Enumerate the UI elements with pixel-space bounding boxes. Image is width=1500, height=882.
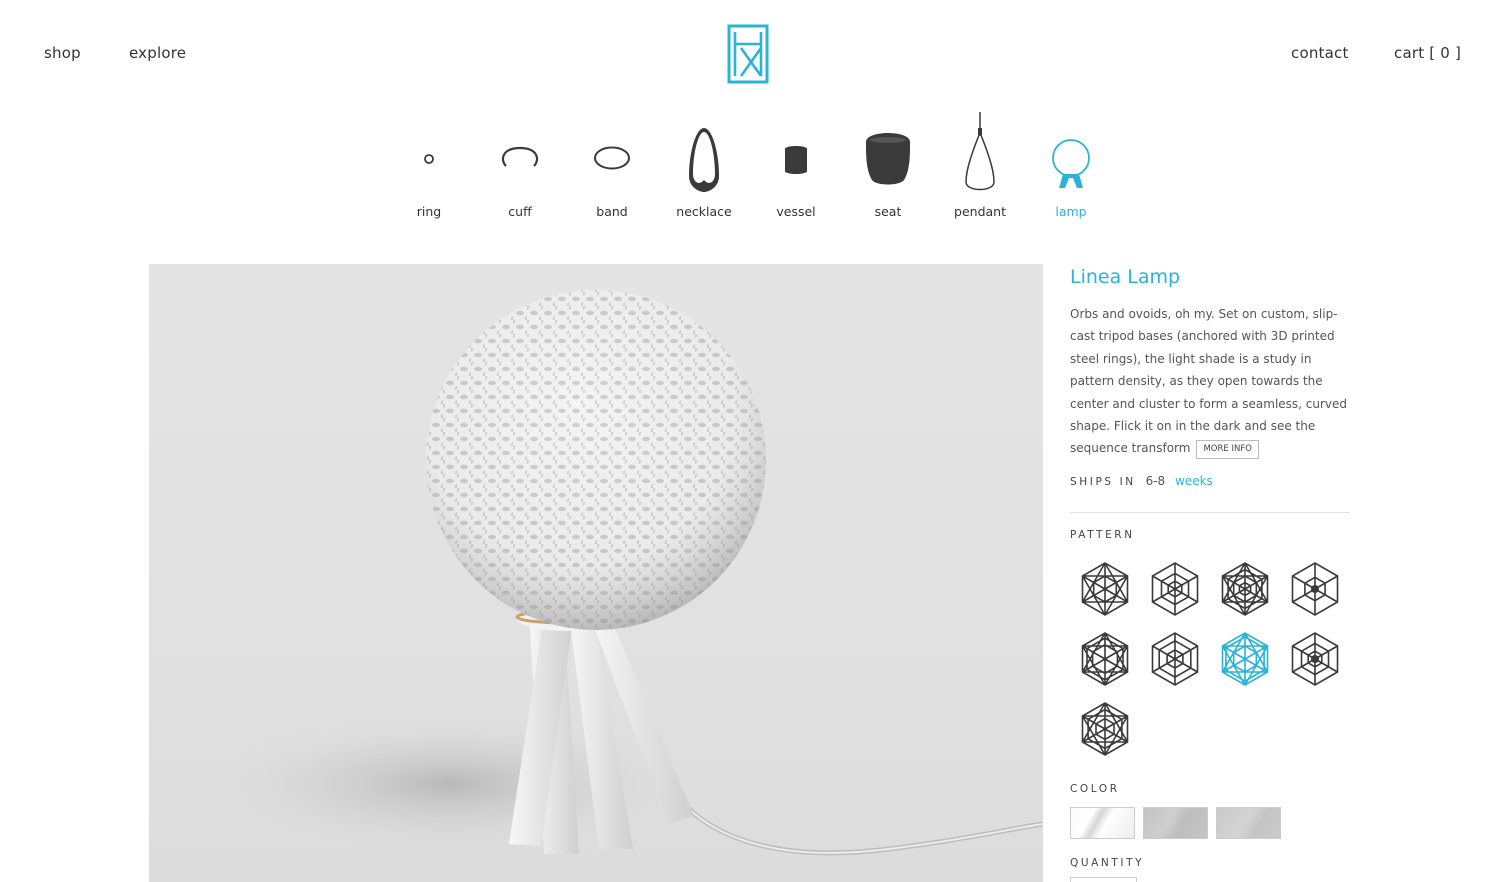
product-title: Linea Lamp [1070, 266, 1181, 288]
lamp-photo [209, 290, 1043, 856]
category-label: necklace [676, 204, 732, 219]
pattern-option-6[interactable] [1143, 627, 1207, 691]
pattern-option-8[interactable] [1283, 627, 1347, 691]
category-cuff[interactable]: cuff [474, 108, 566, 219]
pattern-selector [1070, 557, 1350, 767]
pattern-option-3[interactable] [1213, 557, 1277, 621]
color-selector [1070, 806, 1350, 841]
lamp-icon [1052, 139, 1090, 188]
ships-value: 6-8 [1145, 473, 1166, 488]
color-swatch-grey[interactable] [1143, 806, 1209, 839]
ships-unit: weeks [1175, 473, 1213, 488]
pattern-icon [1151, 561, 1199, 616]
category-label: band [596, 204, 628, 219]
product-image [149, 264, 1043, 882]
pattern-icon [1081, 631, 1129, 686]
cuff-icon [501, 146, 539, 167]
category-label: ring [416, 204, 442, 219]
category-pendant[interactable]: pendant [934, 108, 1026, 219]
category-label: pendant [954, 204, 1006, 219]
color-swatch-white[interactable] [1070, 806, 1135, 839]
nav-contact-link[interactable]: contact [1291, 44, 1349, 62]
vessel-icon [785, 146, 807, 174]
category-ring[interactable]: ring [383, 108, 475, 219]
pattern-icon [1291, 561, 1339, 616]
category-label: vessel [776, 204, 816, 219]
quantity-label: QUANTITY [1070, 856, 1145, 869]
category-lamp[interactable]: lamp [1025, 108, 1117, 219]
cart-link[interactable]: cart [ 0 ] [1394, 44, 1461, 62]
category-vessel[interactable]: vessel [750, 108, 842, 219]
pattern-option-1[interactable] [1073, 557, 1137, 621]
color-label: COLOR [1070, 782, 1120, 795]
pattern-label: PATTERN [1070, 528, 1135, 541]
pattern-icon [1221, 561, 1269, 616]
pendant-icon [965, 112, 995, 191]
pattern-icon [1151, 631, 1199, 686]
pattern-icon [1221, 631, 1269, 686]
pattern-option-2[interactable] [1143, 557, 1207, 621]
category-necklace[interactable]: necklace [658, 108, 750, 219]
more-info-button[interactable]: MORE INFO [1196, 440, 1259, 460]
pattern-icon [1291, 631, 1339, 686]
seat-icon [866, 133, 910, 185]
band-icon [594, 146, 630, 170]
ring-icon [424, 154, 434, 164]
pattern-icon [1081, 561, 1129, 616]
category-label: cuff [508, 204, 532, 219]
shipping-info: SHIPS IN 6-8 weeks [1070, 474, 1350, 488]
pattern-option-7[interactable] [1213, 627, 1277, 691]
necklace-icon [689, 128, 719, 192]
color-swatch-light-grey[interactable] [1216, 806, 1282, 839]
category-seat[interactable]: seat [842, 108, 934, 219]
nav-explore-link[interactable]: explore [129, 44, 186, 62]
quantity-input[interactable] [1070, 876, 1137, 882]
divider [1070, 511, 1350, 513]
category-label: seat [874, 204, 902, 219]
pattern-option-9[interactable] [1073, 697, 1137, 761]
nav-shop-link[interactable]: shop [44, 44, 81, 62]
description-text: Orbs and ovoids, oh my. Set on custom, s… [1070, 307, 1348, 456]
logo-icon[interactable] [727, 24, 769, 84]
product-panel: Linea Lamp Orbs and ovoids, oh my. Set o… [1070, 264, 1350, 882]
pattern-icon [1081, 701, 1129, 756]
product-description: Orbs and ovoids, oh my. Set on custom, s… [1070, 303, 1350, 460]
pattern-option-5[interactable] [1073, 627, 1137, 691]
category-label: lamp [1055, 204, 1087, 219]
category-band[interactable]: band [566, 108, 658, 219]
pattern-option-4[interactable] [1283, 557, 1347, 621]
ships-label: SHIPS IN [1070, 475, 1136, 488]
